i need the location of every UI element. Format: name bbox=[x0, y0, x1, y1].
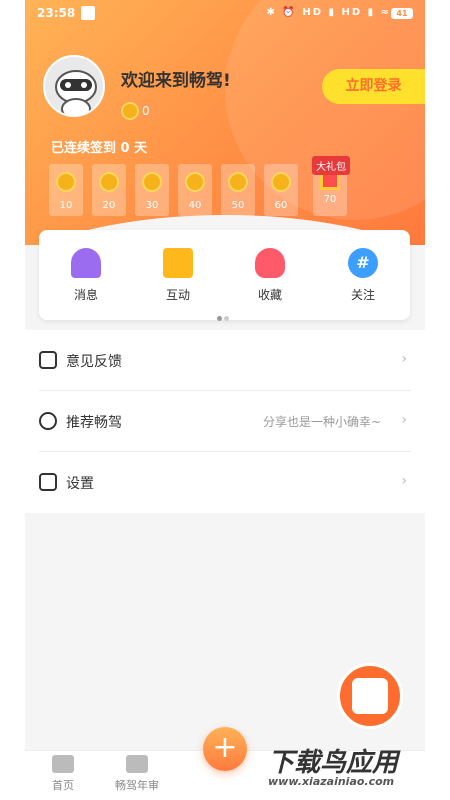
add-button[interactable]: + bbox=[203, 727, 247, 771]
page-indicator bbox=[216, 306, 230, 325]
menu-item-settings[interactable]: 设置 › bbox=[39, 452, 411, 513]
quick-item-following[interactable]: # 关注 bbox=[333, 248, 393, 303]
coin-count: 0 bbox=[142, 104, 150, 118]
welcome-title: 欢迎来到畅驾! bbox=[121, 71, 231, 91]
feedback-icon bbox=[39, 351, 57, 369]
settings-menu: 意见反馈 › 推荐畅驾 分享也是一种小确幸~ › 设置 › bbox=[25, 330, 425, 513]
status-bar: 23:58 ✱ ⏰ HD ▮ HD ▮ ≈ 41 bbox=[25, 0, 425, 28]
coin-icon bbox=[56, 172, 76, 192]
car-icon bbox=[126, 755, 148, 773]
checkin-day[interactable]: 40 bbox=[178, 164, 212, 216]
coin-icon bbox=[142, 172, 162, 192]
checkin-day[interactable]: 30 bbox=[135, 164, 169, 216]
left-margin bbox=[0, 0, 25, 800]
checkin-streak: 已连续签到 0 天 bbox=[51, 141, 148, 156]
chevron-right-icon: › bbox=[401, 412, 407, 428]
share-icon bbox=[39, 412, 57, 430]
login-button[interactable]: 立即登录 bbox=[322, 69, 425, 104]
coin-icon bbox=[185, 172, 205, 192]
battery-icon: 41 bbox=[391, 8, 413, 19]
floating-mascot-button[interactable] bbox=[337, 663, 403, 729]
quick-item-favorites[interactable]: 收藏 bbox=[240, 248, 300, 303]
right-margin bbox=[425, 0, 450, 800]
gift-badge: 大礼包 bbox=[312, 156, 350, 175]
hashtag-icon: # bbox=[348, 248, 378, 278]
coin-icon bbox=[228, 172, 248, 192]
status-icons: ✱ ⏰ HD ▮ HD ▮ ≈ bbox=[266, 7, 391, 18]
checkin-days: 10 20 30 40 50 60 70 bbox=[49, 164, 409, 216]
tab-home[interactable]: 首页 bbox=[33, 755, 93, 793]
bell-icon bbox=[71, 248, 101, 278]
mascot-icon bbox=[352, 678, 388, 714]
checkin-day[interactable]: 50 bbox=[221, 164, 255, 216]
chat-bubble-icon bbox=[163, 248, 193, 278]
tab-annual-inspection[interactable]: 畅驾年审 bbox=[107, 755, 167, 793]
watermark: 下载鸟应用 www.xiazainiao.com bbox=[268, 748, 399, 788]
coin-icon bbox=[121, 102, 139, 120]
coin-icon bbox=[99, 172, 119, 192]
settings-icon bbox=[39, 473, 57, 491]
checkin-day[interactable]: 20 bbox=[92, 164, 126, 216]
heart-icon bbox=[255, 248, 285, 278]
menu-item-recommend[interactable]: 推荐畅驾 分享也是一种小确幸~ › bbox=[39, 391, 411, 452]
notification-icon bbox=[81, 6, 95, 20]
checkin-day[interactable]: 60 bbox=[264, 164, 298, 216]
quick-actions-card: 消息 互动 收藏 # 关注 bbox=[39, 230, 410, 321]
coin-balance[interactable]: 0 bbox=[120, 101, 160, 121]
coin-icon bbox=[271, 172, 291, 192]
quick-item-messages[interactable]: 消息 bbox=[56, 248, 116, 303]
chevron-right-icon: › bbox=[401, 351, 407, 367]
status-time: 23:58 bbox=[37, 6, 76, 20]
quick-item-interaction[interactable]: 互动 bbox=[148, 248, 208, 303]
app-frame: 23:58 ✱ ⏰ HD ▮ HD ▮ ≈ 41 欢迎来到畅驾! 0 立即登录 … bbox=[25, 0, 425, 800]
checkin-day[interactable]: 10 bbox=[49, 164, 83, 216]
profile-header: 23:58 ✱ ⏰ HD ▮ HD ▮ ≈ 41 欢迎来到畅驾! 0 立即登录 … bbox=[25, 0, 425, 245]
avatar[interactable] bbox=[43, 55, 105, 117]
menu-item-feedback[interactable]: 意见反馈 › bbox=[39, 330, 411, 391]
home-icon bbox=[52, 755, 74, 773]
chevron-right-icon: › bbox=[401, 473, 407, 489]
